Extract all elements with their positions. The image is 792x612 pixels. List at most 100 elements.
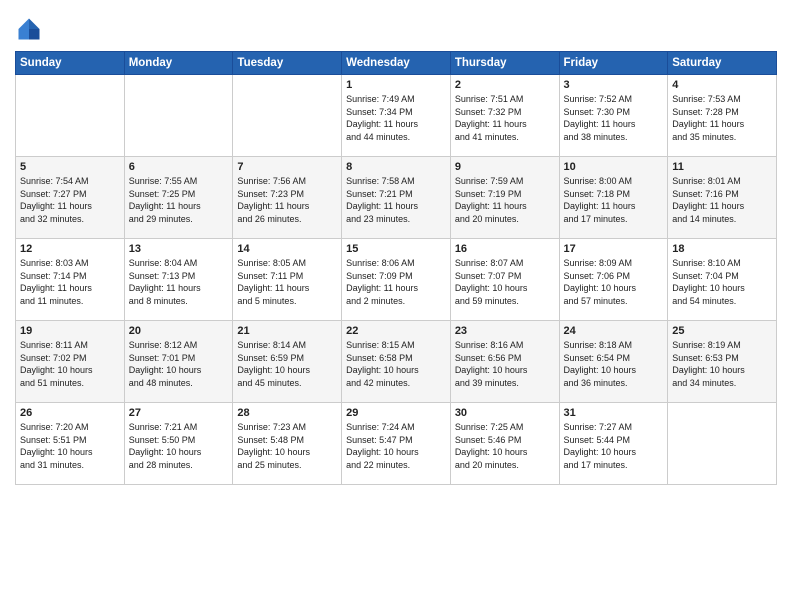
calendar-cell [668,403,777,485]
calendar-cell: 3 Sunrise: 7:52 AM Sunset: 7:30 PM Daylig… [559,75,668,157]
day-of-week-header: Sunday [16,52,125,75]
day-info: Sunrise: 8:03 AM Sunset: 7:14 PM Dayligh… [20,257,120,307]
logo-icon [15,15,43,43]
day-number: 12 [20,243,120,255]
days-of-week-row: SundayMondayTuesdayWednesdayThursdayFrid… [16,52,777,75]
day-info: Sunrise: 7:58 AM Sunset: 7:21 PM Dayligh… [346,175,446,225]
calendar-cell: 18 Sunrise: 8:10 AM Sunset: 7:04 PM Dayli… [668,239,777,321]
calendar-cell: 4 Sunrise: 7:53 AM Sunset: 7:28 PM Daylig… [668,75,777,157]
calendar-week-row: 5 Sunrise: 7:54 AM Sunset: 7:27 PM Daylig… [16,157,777,239]
day-info: Sunrise: 8:14 AM Sunset: 6:59 PM Dayligh… [237,339,337,389]
day-info: Sunrise: 8:11 AM Sunset: 7:02 PM Dayligh… [20,339,120,389]
calendar-cell: 29 Sunrise: 7:24 AM Sunset: 5:47 PM Dayli… [342,403,451,485]
day-number: 3 [564,79,664,91]
day-info: Sunrise: 7:56 AM Sunset: 7:23 PM Dayligh… [237,175,337,225]
calendar-cell: 6 Sunrise: 7:55 AM Sunset: 7:25 PM Daylig… [124,157,233,239]
calendar-week-row: 12 Sunrise: 8:03 AM Sunset: 7:14 PM Dayli… [16,239,777,321]
calendar-body: 1 Sunrise: 7:49 AM Sunset: 7:34 PM Daylig… [16,75,777,485]
calendar-cell: 8 Sunrise: 7:58 AM Sunset: 7:21 PM Daylig… [342,157,451,239]
day-info: Sunrise: 7:20 AM Sunset: 5:51 PM Dayligh… [20,421,120,471]
calendar-cell: 7 Sunrise: 7:56 AM Sunset: 7:23 PM Daylig… [233,157,342,239]
day-number: 18 [672,243,772,255]
calendar-cell: 25 Sunrise: 8:19 AM Sunset: 6:53 PM Dayli… [668,321,777,403]
day-number: 10 [564,161,664,173]
day-info: Sunrise: 8:06 AM Sunset: 7:09 PM Dayligh… [346,257,446,307]
day-number: 2 [455,79,555,91]
calendar-cell: 10 Sunrise: 8:00 AM Sunset: 7:18 PM Dayli… [559,157,668,239]
day-number: 13 [129,243,229,255]
day-number: 21 [237,325,337,337]
day-of-week-header: Thursday [450,52,559,75]
calendar-cell [233,75,342,157]
day-number: 31 [564,407,664,419]
day-of-week-header: Friday [559,52,668,75]
calendar-cell: 30Sunrise: 7:25 AM Sunset: 5:46 PM Dayli… [450,403,559,485]
calendar-cell: 19 Sunrise: 8:11 AM Sunset: 7:02 PM Dayli… [16,321,125,403]
day-number: 20 [129,325,229,337]
day-number: 25 [672,325,772,337]
day-info: Sunrise: 8:18 AM Sunset: 6:54 PM Dayligh… [564,339,664,389]
day-info: Sunrise: 8:05 AM Sunset: 7:11 PM Dayligh… [237,257,337,307]
day-number: 8 [346,161,446,173]
day-info: Sunrise: 8:16 AM Sunset: 6:56 PM Dayligh… [455,339,555,389]
calendar-cell: 2 Sunrise: 7:51 AM Sunset: 7:32 PM Daylig… [450,75,559,157]
day-info: Sunrise: 7:53 AM Sunset: 7:28 PM Dayligh… [672,93,772,143]
calendar-cell: 16Sunrise: 8:07 AM Sunset: 7:07 PM Dayli… [450,239,559,321]
day-info: Sunrise: 7:59 AM Sunset: 7:19 PM Dayligh… [455,175,555,225]
logo [15,15,46,43]
calendar-cell: 12 Sunrise: 8:03 AM Sunset: 7:14 PM Dayli… [16,239,125,321]
day-number: 11 [672,161,772,173]
day-of-week-header: Tuesday [233,52,342,75]
calendar-cell: 28Sunrise: 7:23 AM Sunset: 5:48 PM Dayli… [233,403,342,485]
calendar-cell: 26 Sunrise: 7:20 AM Sunset: 5:51 PM Dayli… [16,403,125,485]
day-number: 19 [20,325,120,337]
day-number: 7 [237,161,337,173]
calendar-cell: 23 Sunrise: 8:16 AM Sunset: 6:56 PM Dayli… [450,321,559,403]
calendar-cell: 31Sunrise: 7:27 AM Sunset: 5:44 PM Dayli… [559,403,668,485]
day-info: Sunrise: 7:52 AM Sunset: 7:30 PM Dayligh… [564,93,664,143]
day-info: Sunrise: 7:51 AM Sunset: 7:32 PM Dayligh… [455,93,555,143]
page-container: SundayMondayTuesdayWednesdayThursdayFrid… [0,0,792,495]
calendar-cell: 17Sunrise: 8:09 AM Sunset: 7:06 PM Dayli… [559,239,668,321]
calendar-week-row: 26 Sunrise: 7:20 AM Sunset: 5:51 PM Dayli… [16,403,777,485]
day-number: 23 [455,325,555,337]
day-number: 22 [346,325,446,337]
calendar-cell: 22 Sunrise: 8:15 AM Sunset: 6:58 PM Dayli… [342,321,451,403]
day-info: Sunrise: 8:19 AM Sunset: 6:53 PM Dayligh… [672,339,772,389]
day-info: Sunrise: 8:09 AM Sunset: 7:06 PM Dayligh… [564,257,664,307]
day-info: Sunrise: 8:15 AM Sunset: 6:58 PM Dayligh… [346,339,446,389]
calendar-cell: 1 Sunrise: 7:49 AM Sunset: 7:34 PM Daylig… [342,75,451,157]
calendar-cell: 14Sunrise: 8:05 AM Sunset: 7:11 PM Dayli… [233,239,342,321]
day-info: Sunrise: 8:01 AM Sunset: 7:16 PM Dayligh… [672,175,772,225]
day-number: 29 [346,407,446,419]
calendar-cell: 27 Sunrise: 7:21 AM Sunset: 5:50 PM Dayli… [124,403,233,485]
day-info: Sunrise: 7:24 AM Sunset: 5:47 PM Dayligh… [346,421,446,471]
day-number: 26 [20,407,120,419]
day-number: 16 [455,243,555,255]
day-info: Sunrise: 8:12 AM Sunset: 7:01 PM Dayligh… [129,339,229,389]
day-info: Sunrise: 7:23 AM Sunset: 5:48 PM Dayligh… [237,421,337,471]
day-of-week-header: Wednesday [342,52,451,75]
day-info: Sunrise: 7:55 AM Sunset: 7:25 PM Dayligh… [129,175,229,225]
calendar-cell: 20 Sunrise: 8:12 AM Sunset: 7:01 PM Dayli… [124,321,233,403]
calendar-week-row: 1 Sunrise: 7:49 AM Sunset: 7:34 PM Daylig… [16,75,777,157]
day-info: Sunrise: 7:21 AM Sunset: 5:50 PM Dayligh… [129,421,229,471]
calendar-cell: 13 Sunrise: 8:04 AM Sunset: 7:13 PM Dayli… [124,239,233,321]
calendar-cell: 21 Sunrise: 8:14 AM Sunset: 6:59 PM Dayli… [233,321,342,403]
day-info: Sunrise: 7:49 AM Sunset: 7:34 PM Dayligh… [346,93,446,143]
day-number: 27 [129,407,229,419]
day-info: Sunrise: 8:10 AM Sunset: 7:04 PM Dayligh… [672,257,772,307]
calendar-cell: 24Sunrise: 8:18 AM Sunset: 6:54 PM Dayli… [559,321,668,403]
day-info: Sunrise: 7:54 AM Sunset: 7:27 PM Dayligh… [20,175,120,225]
calendar-table: SundayMondayTuesdayWednesdayThursdayFrid… [15,51,777,485]
day-number: 6 [129,161,229,173]
day-info: Sunrise: 8:04 AM Sunset: 7:13 PM Dayligh… [129,257,229,307]
calendar-cell [16,75,125,157]
day-number: 1 [346,79,446,91]
calendar-cell: 9Sunrise: 7:59 AM Sunset: 7:19 PM Daylig… [450,157,559,239]
day-number: 5 [20,161,120,173]
day-info: Sunrise: 8:00 AM Sunset: 7:18 PM Dayligh… [564,175,664,225]
day-number: 4 [672,79,772,91]
calendar-header: SundayMondayTuesdayWednesdayThursdayFrid… [16,52,777,75]
day-number: 30 [455,407,555,419]
